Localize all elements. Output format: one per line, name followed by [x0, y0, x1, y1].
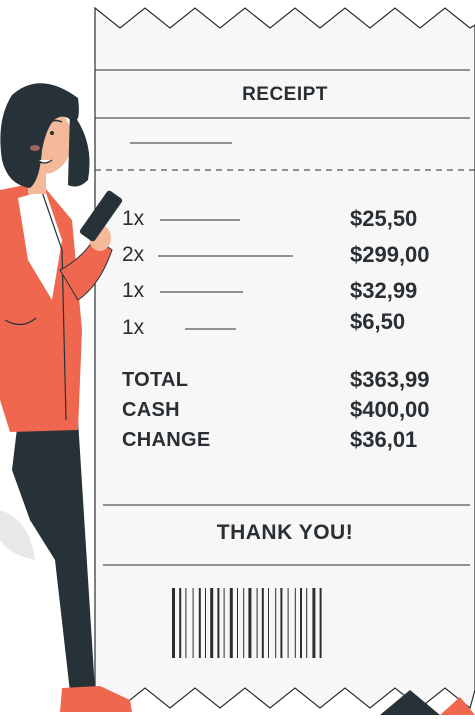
- barcode-bar: [261, 588, 264, 658]
- barcode-bar: [205, 588, 206, 658]
- barcode-bar: [280, 588, 283, 658]
- receipt-title: RECEIPT: [242, 84, 328, 105]
- barcode-bar: [217, 588, 220, 658]
- change-value: $36,01: [350, 427, 418, 452]
- barcode-bar: [268, 588, 269, 658]
- item-qty: 1x: [122, 207, 145, 230]
- cash-label: CASH: [122, 399, 180, 421]
- barcode-bar: [179, 588, 182, 658]
- barcode-bar: [275, 588, 277, 658]
- illustration-svg: [0, 6, 475, 715]
- barcode-bar: [300, 588, 302, 658]
- barcode-bar: [319, 588, 322, 658]
- barcode-bar: [229, 588, 233, 658]
- barcode-bar: [223, 588, 225, 658]
- barcode-bar: [185, 588, 187, 658]
- barcode-bar: [192, 588, 194, 658]
- item-price: $32,99: [350, 278, 418, 303]
- total-value: $363,99: [350, 367, 430, 392]
- barcode-bar: [256, 588, 258, 658]
- cash-value: $400,00: [350, 397, 430, 422]
- barcode-bar: [306, 588, 308, 658]
- barcode-bar: [210, 588, 214, 658]
- item-qty: 1x: [122, 316, 145, 339]
- receipt-illustration: RECEIPT 1x $25,50 2x $299,00 1x $32,99 1…: [0, 0, 475, 715]
- total-label: TOTAL: [122, 369, 189, 391]
- barcode-bar: [198, 588, 201, 658]
- item-price: $6,50: [350, 309, 406, 334]
- barcode-bar: [237, 588, 238, 658]
- receipt-paper: [94, 6, 475, 710]
- barcode-bar: [172, 588, 175, 658]
- barcode-bar: [294, 588, 296, 658]
- barcode-bar: [248, 588, 252, 658]
- item-price: $299,00: [350, 242, 430, 267]
- barcode-bar: [287, 588, 289, 658]
- change-label: CHANGE: [122, 429, 211, 451]
- barcode-bar: [312, 588, 316, 658]
- item-price: $25,50: [350, 206, 418, 231]
- item-qty: 2x: [122, 243, 145, 266]
- barcode-bar: [243, 588, 245, 658]
- item-qty: 1x: [122, 279, 145, 302]
- thank-you-message: THANK YOU!: [216, 521, 354, 544]
